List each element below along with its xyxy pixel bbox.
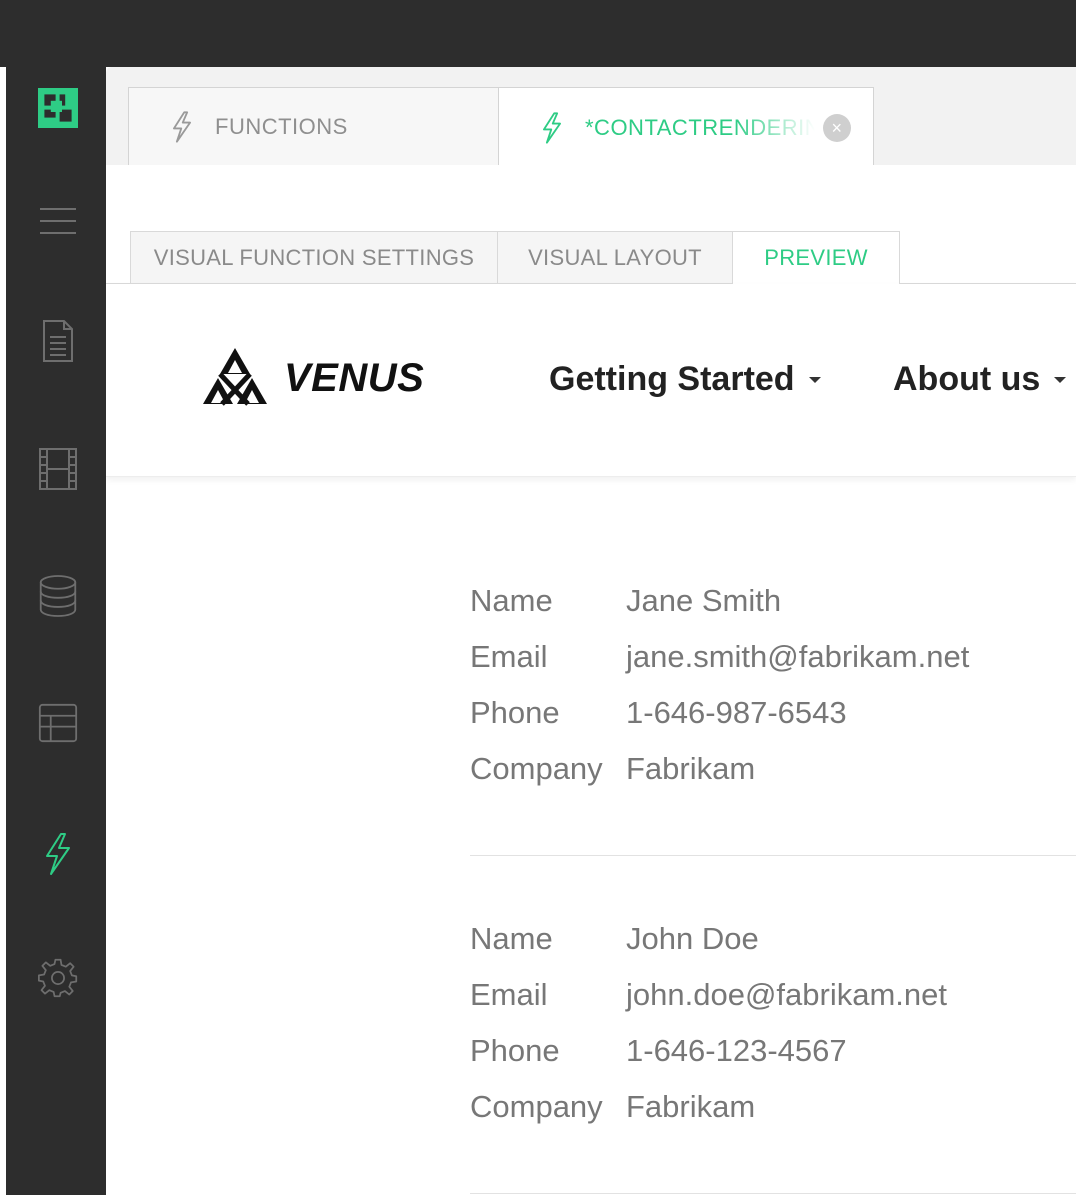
tab-visual-function-settings[interactable]: VISUAL FUNCTION SETTINGS (130, 231, 498, 283)
nav-label: About us (893, 360, 1041, 398)
top-bar (0, 0, 1076, 67)
tab-label: PREVIEW (764, 245, 868, 270)
field-value: Fabrikam (626, 751, 756, 786)
app-logo-icon[interactable] (38, 88, 78, 128)
contact-row-email: Email jane.smith@fabrikam.net (470, 629, 969, 685)
field-value: Jane Smith (626, 583, 782, 618)
site-navbar: VENUS Getting Started About us (106, 284, 1076, 477)
nav-about-us[interactable]: About us (893, 360, 1067, 399)
caret-down-icon (1054, 376, 1067, 383)
layout-icon[interactable] (38, 703, 78, 743)
tab-label: FUNCTIONS (215, 113, 348, 139)
main-panel: FUNCTIONS *CONTACTRENDERIN × VISUAL FUNC… (106, 67, 1076, 1195)
contact-divider (470, 1193, 1076, 1194)
brand-name: VENUS (284, 355, 425, 400)
field-label: Phone (470, 695, 560, 730)
contact-card: Name John Doe Email john.doe@fabrikam.ne… (470, 911, 947, 1135)
field-label: Email (470, 639, 548, 674)
tab-label: VISUAL FUNCTION SETTINGS (153, 244, 475, 270)
field-label: Name (470, 921, 553, 956)
nav-getting-started[interactable]: Getting Started (549, 360, 821, 399)
file-tab-bar: FUNCTIONS *CONTACTRENDERIN × (106, 67, 1076, 167)
field-label: Phone (470, 1033, 560, 1068)
film-icon[interactable] (38, 448, 78, 490)
field-value: John Doe (626, 921, 759, 956)
view-tab-bar: VISUAL FUNCTION SETTINGS VISUAL LAYOUT P… (106, 165, 1076, 284)
document-icon[interactable] (38, 320, 78, 362)
preview-pane: VENUS Getting Started About us Name Jane… (106, 284, 1076, 1195)
lightning-icon (171, 110, 193, 144)
settings-icon[interactable] (38, 958, 78, 998)
sidebar (6, 0, 106, 1195)
tab-visual-layout[interactable]: VISUAL LAYOUT (497, 231, 733, 283)
field-value: jane.smith@fabrikam.net (626, 639, 970, 674)
contact-divider (470, 855, 1076, 856)
field-value: Fabrikam (626, 1089, 756, 1124)
caret-down-icon (808, 376, 821, 383)
tab-functions[interactable]: FUNCTIONS (128, 87, 500, 165)
contact-row-company: Company Fabrikam (470, 741, 969, 797)
contact-row-phone: Phone 1-646-987-6543 (470, 685, 969, 741)
tab-contactrendering[interactable]: *CONTACTRENDERIN × (498, 87, 874, 167)
field-label: Company (470, 751, 603, 786)
tab-label: *CONTACTRENDERIN (585, 114, 815, 140)
contact-row-name: Name John Doe (470, 911, 947, 967)
contact-card: Name Jane Smith Email jane.smith@fabrika… (470, 573, 969, 797)
site-logo[interactable]: VENUS (200, 346, 424, 410)
field-value: 1-646-987-6543 (626, 695, 847, 730)
nav-label: Getting Started (549, 360, 795, 398)
contact-row-name: Name Jane Smith (470, 573, 969, 629)
venus-logo-icon (203, 348, 267, 406)
lightning-icon (541, 111, 563, 145)
field-value: 1-646-123-4567 (626, 1033, 847, 1068)
contact-row-company: Company Fabrikam (470, 1079, 947, 1135)
menu-icon[interactable] (38, 201, 78, 241)
field-value: john.doe@fabrikam.net (626, 977, 947, 1012)
database-icon[interactable] (38, 575, 78, 617)
contact-row-email: Email john.doe@fabrikam.net (470, 967, 947, 1023)
field-label: Name (470, 583, 553, 618)
tab-label: VISUAL LAYOUT (528, 244, 702, 270)
contact-row-phone: Phone 1-646-123-4567 (470, 1023, 947, 1079)
close-icon[interactable]: × (823, 113, 851, 142)
field-label: Company (470, 1089, 603, 1124)
field-label: Email (470, 977, 548, 1012)
tab-preview[interactable]: PREVIEW (732, 231, 900, 284)
lightning-icon[interactable] (38, 833, 78, 875)
